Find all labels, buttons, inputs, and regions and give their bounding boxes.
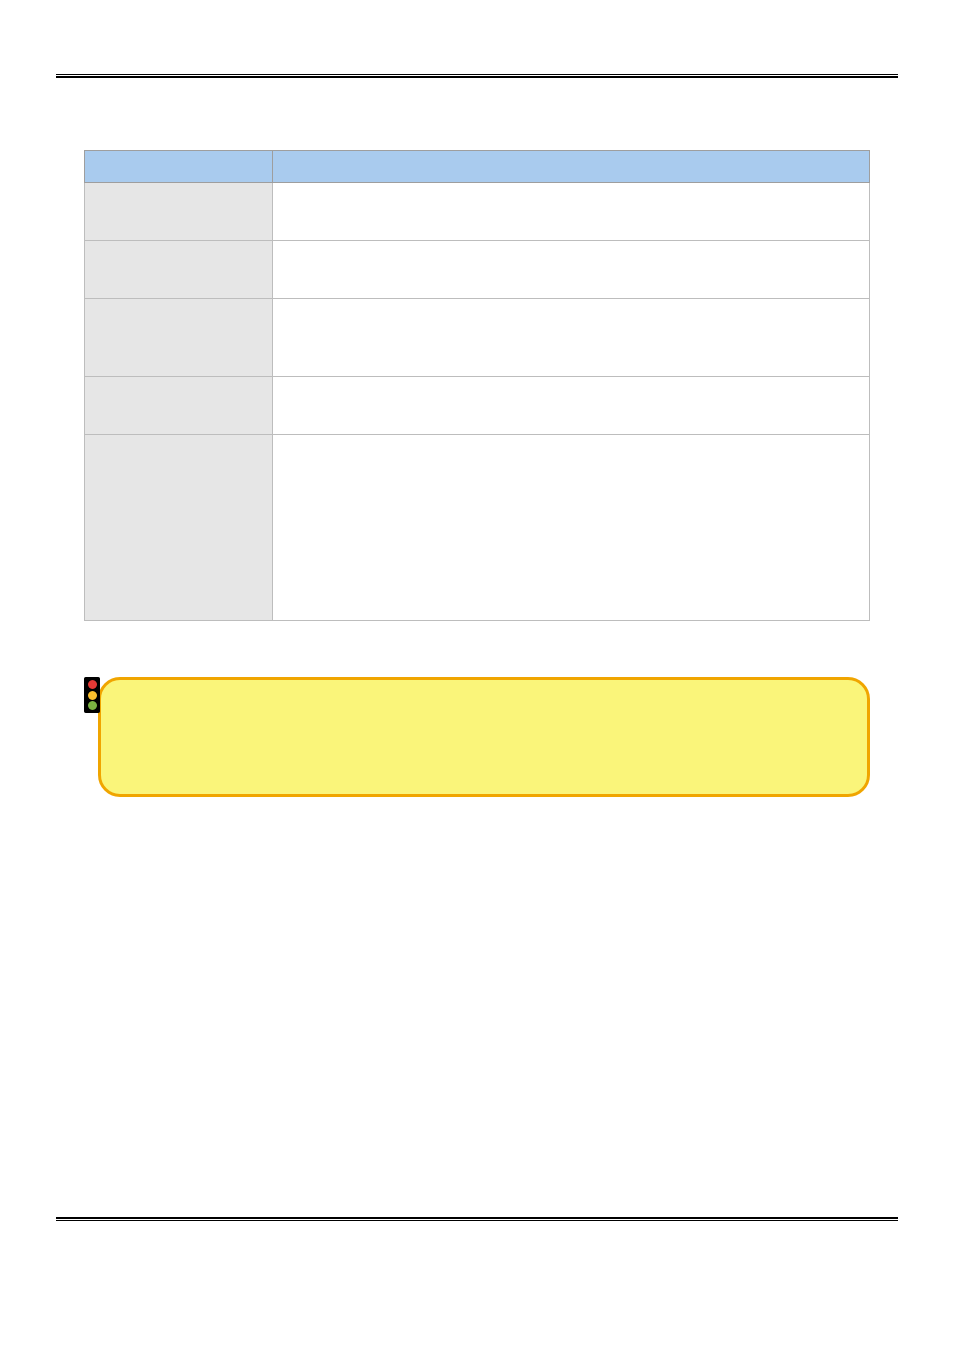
traffic-light-amber-icon [88,691,97,700]
page [0,0,954,1351]
table-row [85,241,870,299]
table-cell-desc [273,241,870,299]
table-cell-desc [273,299,870,377]
table-header-item [85,151,273,183]
spec-table-wrapper [84,150,870,621]
footer-rule [56,1217,898,1221]
spec-table [84,150,870,621]
traffic-light-green-icon [88,701,97,710]
table-cell-desc [273,183,870,241]
table-cell-name [85,377,273,435]
table-cell-name [85,435,273,621]
traffic-light-red-icon [88,680,97,689]
header-rule [56,74,898,78]
table-row [85,183,870,241]
table-cell-desc [273,377,870,435]
table-cell-name [85,299,273,377]
note-callout-box [98,677,870,797]
traffic-light-icon [84,677,100,713]
table-cell-desc [273,435,870,621]
table-row [85,299,870,377]
table-cell-name [85,183,273,241]
table-row [85,435,870,621]
table-row [85,377,870,435]
table-header-description [273,151,870,183]
table-cell-name [85,241,273,299]
table-header-row [85,151,870,183]
note-callout [84,677,870,797]
